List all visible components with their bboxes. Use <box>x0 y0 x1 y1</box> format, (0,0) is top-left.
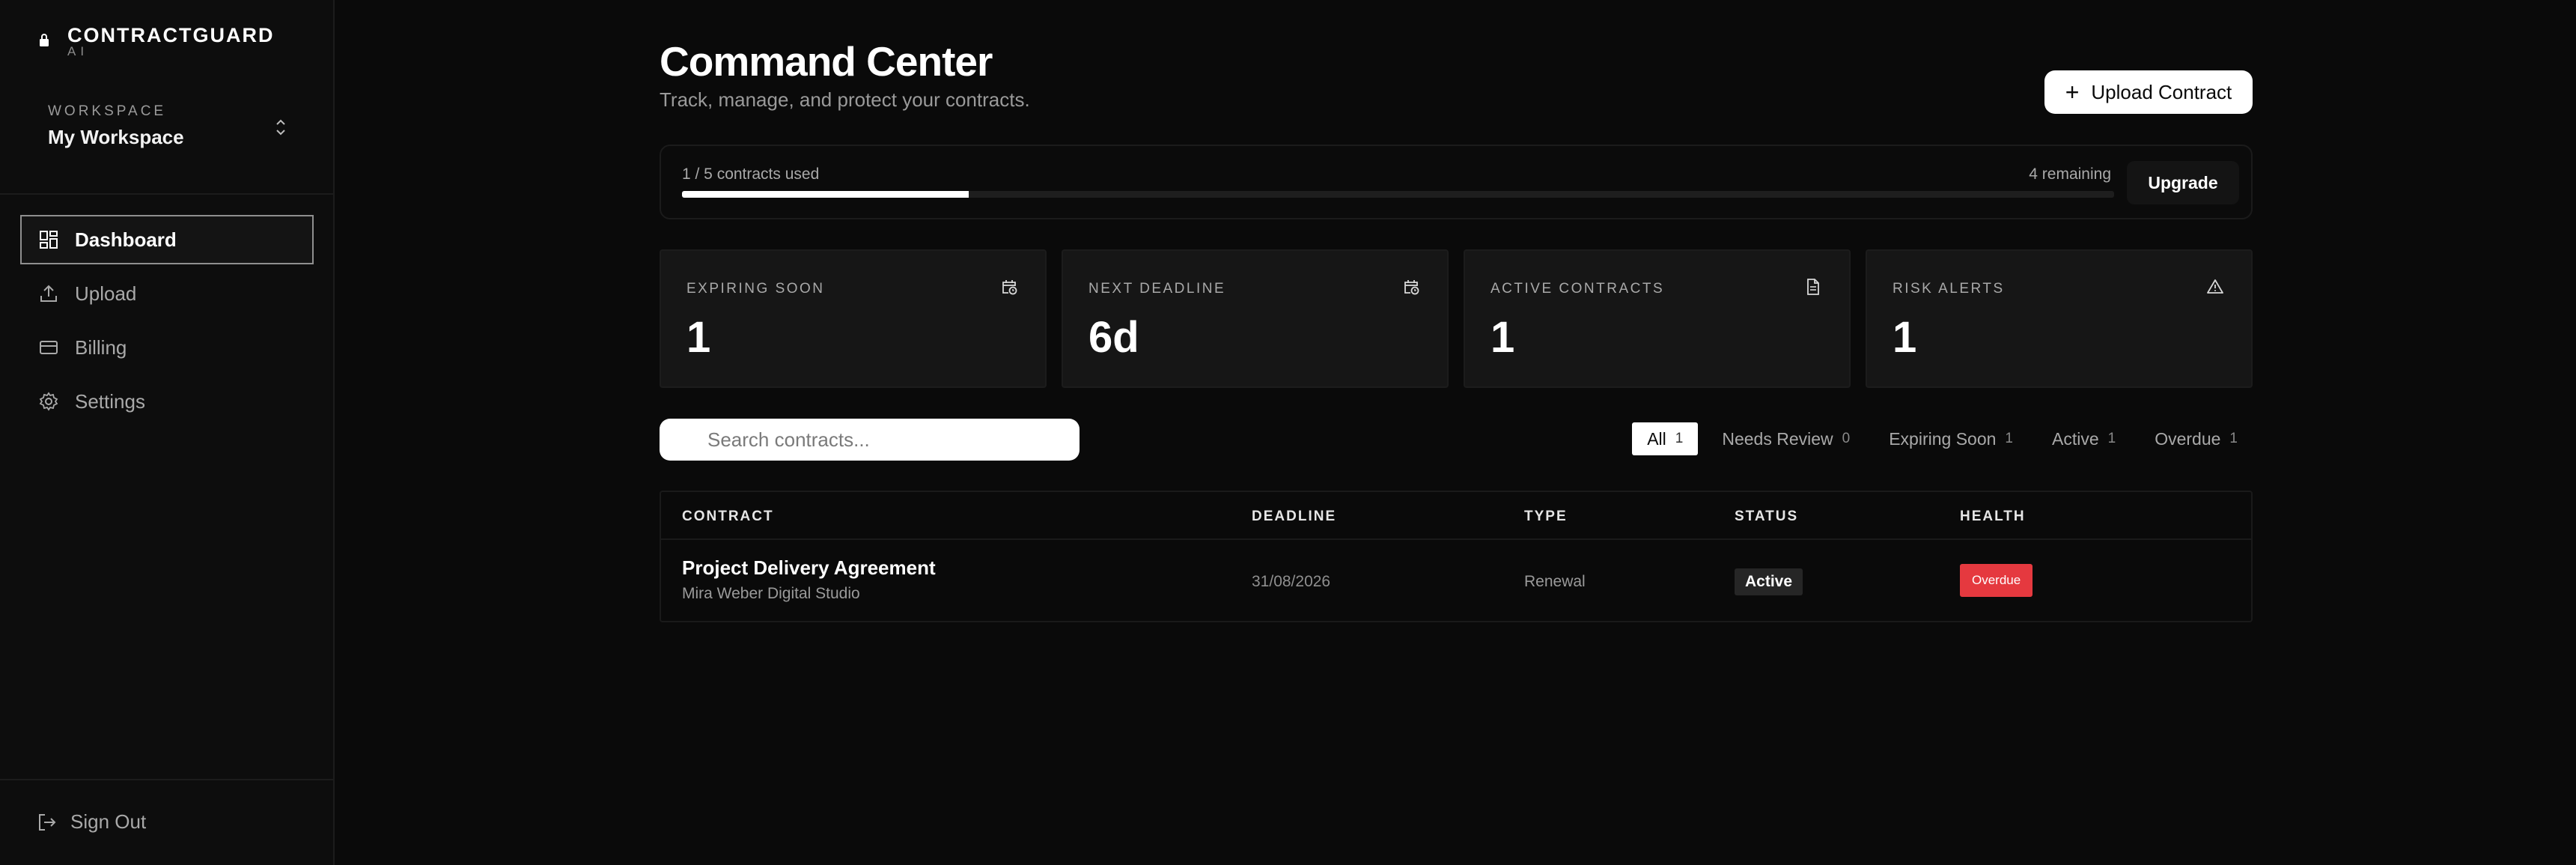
filter-count: 1 <box>2107 431 2116 446</box>
stat-card-expiring-soon: EXPIRING SOON 1 <box>660 249 1047 388</box>
stat-card-risk-alerts: RISK ALERTS 1 <box>1866 249 2253 388</box>
filter-tab-expiring-soon[interactable]: Expiring Soon 1 <box>1874 422 2028 455</box>
filter-tab-overdue[interactable]: Overdue 1 <box>2140 422 2253 455</box>
stat-value: 1 <box>686 313 711 362</box>
filter-count: 1 <box>2005 431 2013 446</box>
upload-contract-label: Upload Contract <box>2091 80 2232 103</box>
brand[interactable]: CONTRACTGUARD AI <box>39 24 274 58</box>
sidebar-item-dashboard[interactable]: Dashboard <box>20 215 314 264</box>
usage-panel: 1 / 5 contracts used 4 remaining Upgrade <box>660 145 2253 219</box>
stat-label: RISK ALERTS <box>1893 281 2005 297</box>
document-icon <box>1807 279 1819 295</box>
sidebar-item-upload[interactable]: Upload <box>20 269 314 318</box>
sidebar-nav: Dashboard Upload Billing Settings <box>20 215 314 431</box>
page-title: Command Center <box>660 38 993 85</box>
stat-label: NEXT DEADLINE <box>1088 281 1226 297</box>
status-badge: Active <box>1735 568 1803 595</box>
plus-icon: + <box>2065 79 2080 106</box>
sign-out-label: Sign Out <box>70 810 147 833</box>
credit-card-icon <box>40 341 58 354</box>
brand-name: CONTRACTGUARD <box>67 24 275 46</box>
calendar-clock-icon <box>1404 280 1419 295</box>
filter-tabs: All 1 Needs Review 0 Expiring Soon 1 Act… <box>1623 422 2253 455</box>
contract-party: Mira Weber Digital Studio <box>682 585 860 602</box>
usage-remaining: 4 remaining <box>2029 166 2111 183</box>
gear-icon <box>39 392 58 411</box>
stat-label: EXPIRING SOON <box>686 281 825 297</box>
sidebar-item-billing[interactable]: Billing <box>20 323 314 372</box>
filter-tab-needs-review[interactable]: Needs Review 0 <box>1707 422 1865 455</box>
chevron-up-down-icon <box>276 119 285 136</box>
sidebar-item-label: Upload <box>75 282 137 305</box>
upload-icon <box>40 285 57 302</box>
table-row[interactable]: Project Delivery Agreement Mira Weber Di… <box>661 540 2251 622</box>
usage-label: 1 / 5 contracts used <box>682 166 820 183</box>
filter-label: All <box>1647 428 1666 449</box>
stat-label: ACTIVE CONTRACTS <box>1491 281 1665 297</box>
usage-progress-bar <box>682 191 2114 198</box>
sidebar-item-settings[interactable]: Settings <box>20 377 314 426</box>
stat-value: 1 <box>1893 313 1917 362</box>
usage-progress-fill <box>682 191 969 198</box>
filter-label: Overdue <box>2155 428 2221 449</box>
stat-value: 6d <box>1088 313 1139 362</box>
sidebar-divider <box>0 193 335 195</box>
sidebar-item-label: Billing <box>75 336 127 359</box>
filter-label: Active <box>2051 428 2099 449</box>
filter-count: 0 <box>1842 431 1851 446</box>
warning-icon <box>2207 279 2223 294</box>
filter-label: Expiring Soon <box>1889 428 1997 449</box>
sidebar-item-label: Dashboard <box>75 228 177 251</box>
filter-tab-all[interactable]: All 1 <box>1632 422 1699 455</box>
stats-row: EXPIRING SOON 1 NEXT DEADLINE 6d ACTIVE … <box>660 249 2253 388</box>
contract-deadline: 31/08/2026 <box>1252 573 1331 590</box>
workspace-name: My Workspace <box>48 126 184 148</box>
stat-card-next-deadline: NEXT DEADLINE 6d <box>1062 249 1449 388</box>
filter-tab-active[interactable]: Active 1 <box>2037 422 2131 455</box>
column-header-health[interactable]: HEALTH <box>1960 509 2026 525</box>
sign-out-button[interactable]: Sign Out <box>37 810 146 834</box>
upload-contract-button[interactable]: + Upload Contract <box>2044 70 2253 114</box>
column-header-contract[interactable]: CONTRACT <box>682 509 774 525</box>
filter-count: 1 <box>2229 431 2238 446</box>
column-header-status[interactable]: STATUS <box>1735 509 1798 525</box>
sidebar-item-label: Settings <box>75 389 145 413</box>
stat-card-active-contracts: ACTIVE CONTRACTS 1 <box>1464 249 1851 388</box>
calendar-clock-icon <box>1002 280 1017 295</box>
search-input[interactable] <box>660 419 1080 461</box>
contract-name[interactable]: Project Delivery Agreement <box>682 556 936 580</box>
health-badge: Overdue <box>1960 564 2033 597</box>
contract-type: Renewal <box>1524 573 1586 590</box>
brand-sub: AI <box>67 44 89 58</box>
upgrade-button[interactable]: Upgrade <box>2127 161 2239 204</box>
sidebar: CONTRACTGUARD AI WORKSPACE My Workspace … <box>0 0 335 865</box>
stat-value: 1 <box>1491 313 1515 362</box>
lock-icon <box>40 34 49 46</box>
column-header-type[interactable]: TYPE <box>1524 509 1568 525</box>
dashboard-icon <box>40 231 58 249</box>
column-header-deadline[interactable]: DEADLINE <box>1252 509 1336 525</box>
table-header: CONTRACT DEADLINE TYPE STATUS HEALTH <box>661 492 2251 540</box>
filter-label: Needs Review <box>1722 428 1833 449</box>
filter-count: 1 <box>1675 431 1684 446</box>
workspace-switcher[interactable]: WORKSPACE My Workspace <box>48 103 287 153</box>
sidebar-divider <box>0 779 335 780</box>
contracts-table: CONTRACT DEADLINE TYPE STATUS HEALTH Pro… <box>660 491 2253 622</box>
page-subtitle: Track, manage, and protect your contract… <box>660 88 1030 111</box>
sign-out-icon <box>39 813 56 831</box>
workspace-label: WORKSPACE <box>48 103 167 119</box>
